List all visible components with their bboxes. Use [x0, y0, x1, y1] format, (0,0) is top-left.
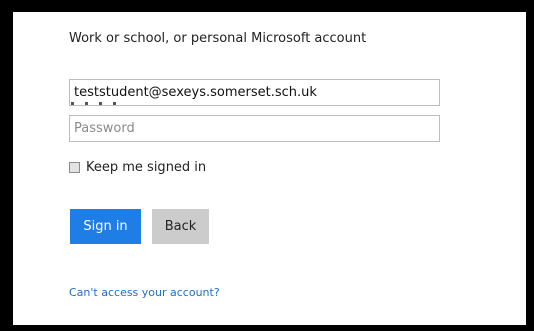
sign-in-panel: Work or school, or personal Microsoft ac… — [13, 12, 526, 325]
cant-access-account-link[interactable]: Can't access your account? — [69, 286, 220, 299]
sign-in-button[interactable]: Sign in — [70, 209, 141, 244]
autocomplete-indicator — [71, 102, 121, 105]
keep-signed-in-checkbox[interactable] — [69, 162, 80, 173]
keep-signed-in-option[interactable]: Keep me signed in — [69, 160, 206, 175]
back-button[interactable]: Back — [152, 209, 209, 244]
email-field[interactable] — [69, 79, 440, 106]
keep-signed-in-label: Keep me signed in — [86, 160, 207, 175]
password-field[interactable] — [69, 115, 440, 142]
account-type-heading: Work or school, or personal Microsoft ac… — [69, 31, 367, 46]
